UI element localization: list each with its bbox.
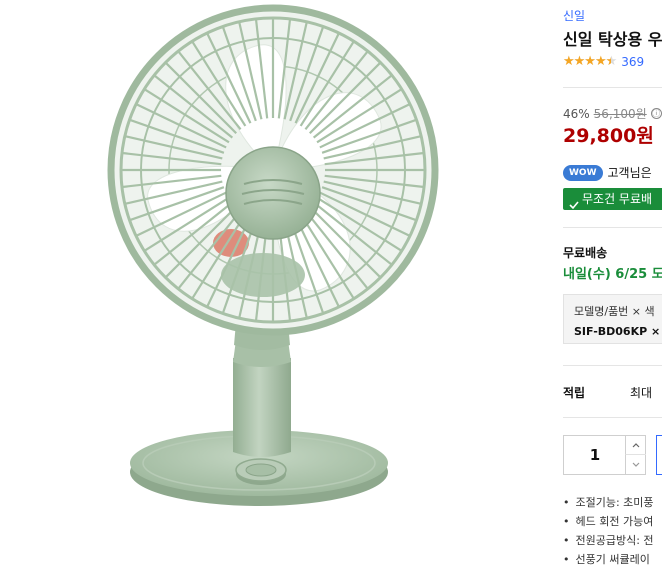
reward-label: 적립 (563, 386, 586, 400)
list-item: 조절기능: 초미풍 (563, 493, 654, 512)
list-item: 헤드 회전 가능여 (563, 512, 654, 531)
check-icon (569, 195, 579, 209)
chevron-down-icon (632, 462, 640, 467)
product-image (0, 0, 548, 566)
free-return-badge: 무조건 무료배 (563, 188, 662, 210)
rating-count[interactable]: 369 (621, 55, 644, 69)
product-title: 신일 탁상용 우 (563, 30, 662, 49)
divider (563, 365, 662, 366)
list-item: 전원공급방식: 전 (563, 531, 654, 550)
quantity-decrease-button[interactable] (625, 455, 646, 474)
option-model: SIF-BD06KP × 를 (574, 325, 662, 338)
chevron-up-icon (632, 443, 640, 448)
star-rating: ★★★★★ ★★★★★ (563, 54, 617, 69)
shipping-date: 내일(수) 6/25 도 (563, 267, 662, 282)
sale-price: 29,800원 (563, 125, 654, 147)
quantity-input[interactable]: 1 (564, 436, 626, 474)
wow-badge: WOW (563, 164, 603, 181)
original-price: 56,100원 (593, 107, 647, 121)
divider (563, 227, 662, 228)
wow-text: 고객님은 (607, 166, 652, 180)
option-selector[interactable]: 모델명/품번 × 색 SIF-BD06KP × 를 (563, 294, 662, 344)
discount-row: 46% 56,100원 ⓘ (563, 105, 662, 122)
quantity-increase-button[interactable] (625, 436, 646, 455)
quantity-stepper[interactable]: 1 (563, 435, 646, 475)
divider (563, 417, 662, 418)
wow-row: WOW 고객님은 (563, 164, 652, 181)
option-attributes: 모델명/품번 × 색 (574, 305, 655, 318)
rating-row[interactable]: ★★★★★ ★★★★★ 369 (563, 54, 644, 70)
add-to-cart-button[interactable] (656, 435, 662, 475)
divider (563, 87, 662, 88)
list-item: 선풍기 써큘레이 (563, 550, 654, 566)
desk-fan-illustration (107, 4, 439, 506)
discount-rate: 46% (563, 106, 590, 121)
feature-list: 조절기능: 초미풍 헤드 회전 가능여 전원공급방식: 전 선풍기 써큘레이 (563, 493, 654, 566)
product-info-panel: 신일 신일 탁상용 우 ★★★★★ ★★★★★ 369 46% 56,100원 … (563, 0, 662, 566)
reward-value: 최대 (630, 386, 653, 400)
brand-link[interactable]: 신일 (563, 7, 585, 24)
shipping-label: 무료배송 (563, 246, 608, 260)
free-return-label: 무조건 무료배 (582, 192, 653, 206)
info-icon[interactable]: ⓘ (650, 108, 662, 119)
